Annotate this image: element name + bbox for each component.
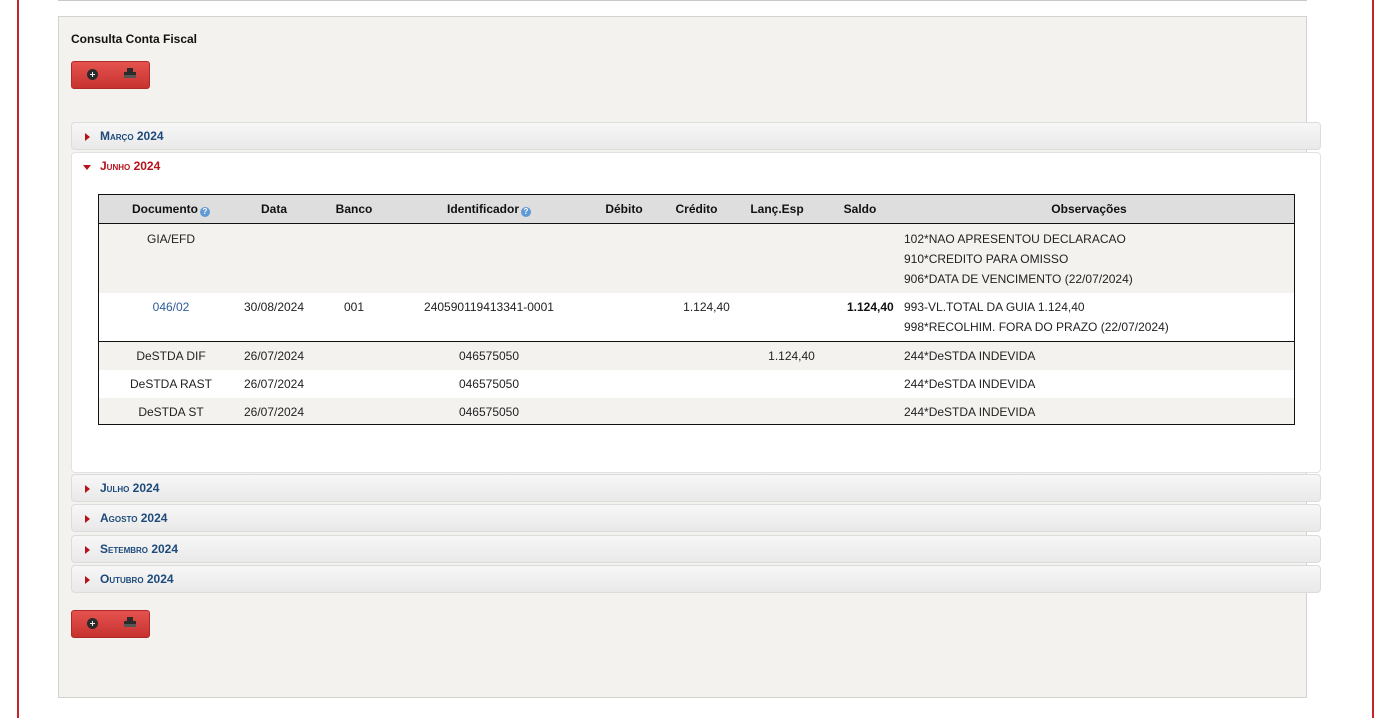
col-lanc-esp: Lanç.Esp xyxy=(750,202,804,216)
cell-obs: 906*DATA DE VENCIMENTO (22/07/2024) xyxy=(904,272,1133,286)
col-saldo: Saldo xyxy=(843,202,877,216)
document-link[interactable]: 046/02 xyxy=(121,300,221,314)
month-label: Março 2024 xyxy=(100,129,164,143)
cell-obs: 244*DeSTDA INDEVIDA xyxy=(904,405,1036,419)
cell-data: 26/07/2024 xyxy=(243,377,305,391)
caret-right-icon xyxy=(85,485,90,493)
cell-obs: 244*DeSTDA INDEVIDA xyxy=(904,377,1036,391)
caret-right-icon xyxy=(85,576,90,584)
print-button[interactable] xyxy=(124,68,138,82)
cell-documento: DeSTDA DIF xyxy=(136,349,206,363)
cell-obs: 910*CREDITO PARA OMISSO xyxy=(904,252,1069,266)
col-debito: Débito xyxy=(605,202,643,216)
col-observacoes: Observações xyxy=(1051,202,1127,216)
cell-documento: DeSTDA ST xyxy=(138,405,204,419)
month-label: Setembro 2024 xyxy=(100,542,179,556)
month-label: Agosto 2024 xyxy=(100,511,168,525)
month-agosto-2024[interactable]: Agosto 2024 xyxy=(71,504,1321,532)
cell-obs: 998*RECOLHIM. FORA DO PRAZO (22/07/2024) xyxy=(904,320,1169,334)
month-setembro-2024[interactable]: Setembro 2024 xyxy=(71,535,1321,563)
caret-right-icon xyxy=(85,546,90,554)
cell-data: 26/07/2024 xyxy=(243,349,305,363)
toolbar-top xyxy=(71,61,150,89)
caret-down-icon[interactable] xyxy=(83,165,91,170)
cell-banco: 001 xyxy=(343,300,365,314)
cell-data: 30/08/2024 xyxy=(243,300,305,314)
cell-saldo: 1.124,40 xyxy=(847,300,894,314)
cell-obs: 244*DeSTDA INDEVIDA xyxy=(904,349,1036,363)
cell-obs: 993-VL.TOTAL DA GUIA 1.124,40 xyxy=(904,300,1085,314)
cell-identificador: 240590119413341-0001 xyxy=(424,300,554,314)
cell-documento: DeSTDA RAST xyxy=(129,377,213,391)
cell-data: 26/07/2024 xyxy=(243,405,305,419)
month-junho-2024-expanded: Junho 2024 Documento? Data Banco Identif… xyxy=(71,152,1321,473)
month-marco-2024[interactable]: Março 2024 xyxy=(71,122,1321,150)
printer-icon xyxy=(124,68,136,80)
add-button[interactable] xyxy=(86,617,100,631)
plus-circle-icon xyxy=(87,618,98,629)
month-outubro-2024[interactable]: Outubro 2024 xyxy=(71,565,1321,593)
col-identificador: Identificador? xyxy=(429,202,549,217)
cell-documento: GIA/EFD xyxy=(146,232,195,246)
cell-credito: 1.124,40 xyxy=(683,300,730,314)
col-data: Data xyxy=(260,202,287,216)
month-julho-2024[interactable]: Julho 2024 xyxy=(71,474,1321,502)
plus-circle-icon xyxy=(87,69,98,80)
caret-right-icon xyxy=(85,133,90,141)
col-credito: Crédito xyxy=(675,202,718,216)
table-header: Documento? Data Banco Identificador? Déb… xyxy=(99,195,1294,224)
month-label: Outubro 2024 xyxy=(100,572,174,586)
col-banco: Banco xyxy=(335,202,373,216)
cell-identificador: 046575050 xyxy=(458,349,520,363)
help-icon[interactable]: ? xyxy=(200,207,210,217)
fiscal-table: Documento? Data Banco Identificador? Déb… xyxy=(98,194,1295,425)
toolbar-bottom xyxy=(71,610,150,638)
print-button[interactable] xyxy=(124,617,138,631)
page-title: Consulta Conta Fiscal xyxy=(71,32,198,46)
caret-right-icon xyxy=(85,515,90,523)
cell-lanc-esp: 1.124,40 xyxy=(768,349,815,363)
printer-icon xyxy=(124,617,136,629)
cell-identificador: 046575050 xyxy=(458,377,520,391)
main-panel: Consulta Conta Fiscal Março 2024 Junho 2… xyxy=(58,16,1321,698)
top-divider xyxy=(58,0,1307,1)
add-button[interactable] xyxy=(86,68,100,82)
cell-obs: 102*NAO APRESENTOU DECLARACAO xyxy=(904,232,1126,246)
help-icon[interactable]: ? xyxy=(521,207,531,217)
col-documento: Documento? xyxy=(121,202,221,217)
month-label: Julho 2024 xyxy=(100,481,160,495)
month-label[interactable]: Junho 2024 xyxy=(100,159,160,173)
cell-identificador: 046575050 xyxy=(458,405,520,419)
